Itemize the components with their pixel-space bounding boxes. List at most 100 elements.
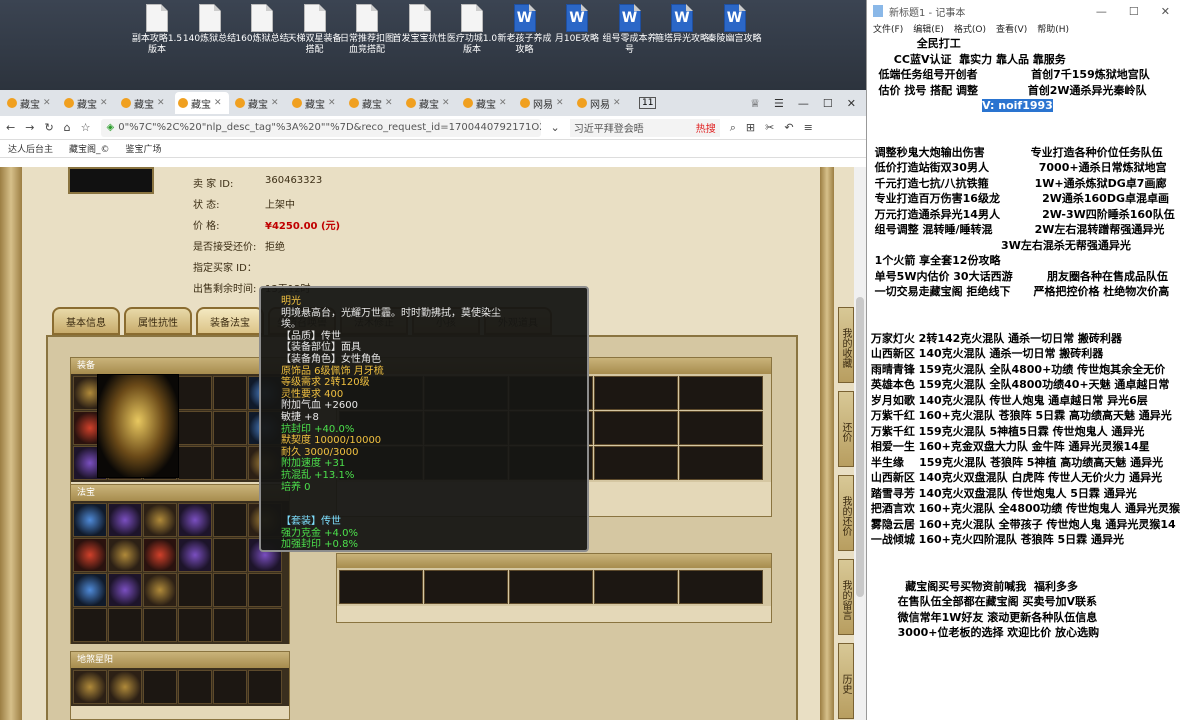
item-slot[interactable] xyxy=(213,573,247,607)
item-slot[interactable] xyxy=(73,608,107,642)
back-icon[interactable]: ← xyxy=(6,121,15,134)
browser-tab[interactable]: 藏宝 ✕ xyxy=(346,92,400,114)
list-icon[interactable]: ☰ xyxy=(774,97,784,110)
item-slot[interactable] xyxy=(213,503,247,537)
bookmark-item[interactable]: 达人后台主 xyxy=(8,142,53,155)
scissors-icon[interactable]: ✂ xyxy=(765,121,774,134)
browser-tab[interactable]: 藏宝 ✕ xyxy=(460,92,514,114)
search-icon[interactable]: ⌕ xyxy=(730,121,736,135)
side-button[interactable]: 我的还价 xyxy=(838,475,854,551)
tab-close-icon[interactable]: ✕ xyxy=(442,98,450,108)
close-icon[interactable]: ✕ xyxy=(847,97,856,110)
item-slot[interactable] xyxy=(178,446,212,480)
tab-0[interactable]: 基本信息 xyxy=(52,307,120,335)
tab-close-icon[interactable]: ✕ xyxy=(499,98,507,108)
item-slot[interactable] xyxy=(594,411,678,445)
item-slot[interactable] xyxy=(73,503,107,537)
item-slot[interactable] xyxy=(213,446,247,480)
tab-close-icon[interactable]: ✕ xyxy=(613,98,621,108)
grid-icon[interactable]: ⊞ xyxy=(746,121,755,134)
minimize-icon[interactable]: — xyxy=(798,97,809,110)
item-slot[interactable] xyxy=(213,608,247,642)
reload-icon[interactable]: ↻ xyxy=(44,121,53,134)
tab-close-icon[interactable]: ✕ xyxy=(157,98,165,108)
forward-icon[interactable]: → xyxy=(25,121,34,134)
item-slot[interactable] xyxy=(213,670,247,704)
side-button[interactable]: 我的留言 xyxy=(838,559,854,635)
tab-close-icon[interactable]: ✕ xyxy=(43,98,51,108)
notepad-menu-item[interactable]: 文件(F) xyxy=(873,22,903,36)
browser-tab[interactable]: 藏宝 ✕ xyxy=(289,92,343,114)
item-slot[interactable] xyxy=(73,670,107,704)
side-button[interactable]: 还价 xyxy=(838,391,854,467)
dropdown-icon[interactable]: ⌄ xyxy=(551,121,560,134)
item-slot[interactable] xyxy=(178,376,212,410)
role-thumbnail[interactable] xyxy=(68,167,154,194)
tab-count[interactable]: 11 xyxy=(639,97,657,109)
search-input[interactable]: 习近平拜登会晤 热搜 xyxy=(569,118,720,137)
tab-close-icon[interactable]: ✕ xyxy=(271,98,279,108)
item-slot[interactable] xyxy=(509,570,593,604)
item-slot[interactable] xyxy=(143,608,177,642)
browser-tab[interactable]: 藏宝 ✕ xyxy=(4,92,58,114)
item-slot[interactable] xyxy=(424,570,508,604)
undo-icon[interactable]: ↶ xyxy=(784,121,793,134)
tab-close-icon[interactable]: ✕ xyxy=(100,98,108,108)
notepad-menu-item[interactable]: 帮助(H) xyxy=(1037,22,1069,36)
item-slot[interactable] xyxy=(248,608,282,642)
item-slot[interactable] xyxy=(339,570,423,604)
item-slot[interactable] xyxy=(143,573,177,607)
item-slot[interactable] xyxy=(178,503,212,537)
scrollbar-thumb[interactable] xyxy=(856,297,864,597)
browser-tab[interactable]: 藏宝 ✕ xyxy=(175,92,229,114)
side-button[interactable]: 我的收藏 xyxy=(838,307,854,383)
item-slot[interactable] xyxy=(594,570,678,604)
item-slot[interactable] xyxy=(73,538,107,572)
item-slot[interactable] xyxy=(178,573,212,607)
tab-close-icon[interactable]: ✕ xyxy=(328,98,336,108)
item-slot[interactable] xyxy=(108,503,142,537)
item-slot[interactable] xyxy=(143,503,177,537)
notepad-menu-item[interactable]: 格式(O) xyxy=(954,22,986,36)
browser-tab[interactable]: 网易 ✕ xyxy=(517,92,571,114)
item-slot[interactable] xyxy=(679,376,763,410)
scrollbar[interactable] xyxy=(854,167,866,720)
bookmark-item[interactable]: 鉴宝广场 xyxy=(126,142,162,155)
desktop-icon[interactable]: W 秦陵幽宫攻略 xyxy=(704,4,766,45)
side-button[interactable]: 历史 xyxy=(838,643,854,719)
item-slot[interactable] xyxy=(143,670,177,704)
bookmark-star-icon[interactable]: ☆ xyxy=(81,121,91,134)
browser-tab[interactable]: 藏宝 ✕ xyxy=(232,92,286,114)
item-slot[interactable] xyxy=(679,446,763,480)
tab-2[interactable]: 装备法宝 xyxy=(196,307,264,335)
item-slot[interactable] xyxy=(108,573,142,607)
maximize-icon[interactable]: ☐ xyxy=(823,97,833,110)
item-slot[interactable] xyxy=(108,608,142,642)
item-slot[interactable] xyxy=(213,411,247,445)
home-icon[interactable]: ⌂ xyxy=(64,121,71,134)
url-input[interactable]: ◈ 0"%7C"%2C%20"nlp_desc_tag"%3A%20""%7D&r… xyxy=(100,118,541,137)
menu-icon[interactable]: ≡ xyxy=(804,121,813,134)
tab-close-icon[interactable]: ✕ xyxy=(556,98,564,108)
tab-1[interactable]: 属性抗性 xyxy=(124,307,192,335)
browser-tab[interactable]: 藏宝 ✕ xyxy=(118,92,172,114)
item-slot[interactable] xyxy=(248,573,282,607)
item-slot[interactable] xyxy=(108,670,142,704)
item-slot[interactable] xyxy=(73,573,107,607)
item-slot[interactable] xyxy=(178,538,212,572)
item-slot[interactable] xyxy=(178,608,212,642)
minimize-icon[interactable]: — xyxy=(1096,5,1107,18)
close-icon[interactable]: ✕ xyxy=(1161,5,1170,18)
notepad-menu-item[interactable]: 查看(V) xyxy=(996,22,1027,36)
maximize-icon[interactable]: ☐ xyxy=(1129,5,1139,18)
browser-tab[interactable]: 藏宝 ✕ xyxy=(61,92,115,114)
browser-tab[interactable]: 藏宝 ✕ xyxy=(403,92,457,114)
item-slot[interactable] xyxy=(178,411,212,445)
item-slot[interactable] xyxy=(213,376,247,410)
item-slot[interactable] xyxy=(594,376,678,410)
tab-close-icon[interactable]: ✕ xyxy=(214,98,222,108)
tab-close-icon[interactable]: ✕ xyxy=(385,98,393,108)
notepad-text[interactable]: 全民打工 CC蓝V认证 靠实力 靠人品 靠服务 低端任务组号开创者 首创7千15… xyxy=(867,36,1182,720)
item-slot[interactable] xyxy=(679,411,763,445)
shirt-icon[interactable]: ♕ xyxy=(750,97,760,110)
